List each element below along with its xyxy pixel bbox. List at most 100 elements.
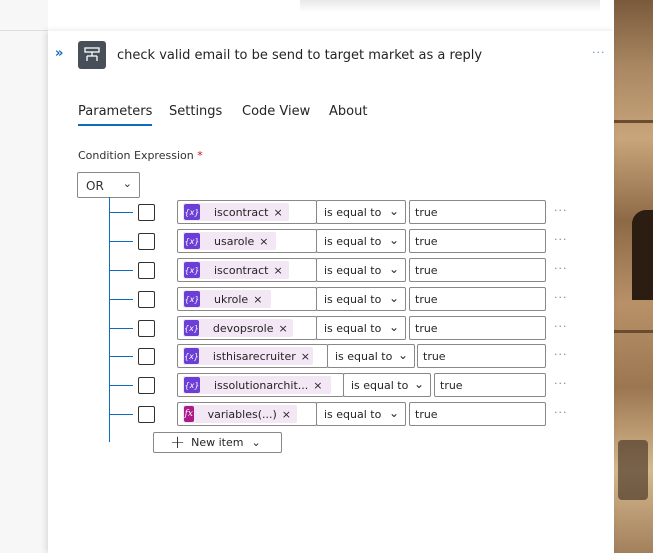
group-operator-dropdown[interactable]: OR ⌄ [77, 172, 140, 198]
variable-icon: {x} [184, 262, 200, 278]
dynamic-content-token[interactable]: {x} devopsrole × [183, 319, 293, 337]
row-checkbox[interactable] [138, 204, 155, 221]
tree-branch [109, 270, 133, 271]
variable-icon: {x} [184, 233, 200, 249]
left-operand-field[interactable]: {x} usarole × [177, 229, 317, 253]
row-checkbox[interactable] [138, 320, 155, 337]
row-more-options-icon[interactable]: ··· [554, 291, 568, 304]
condition-label-text: Condition Expression [78, 149, 194, 162]
right-operand-field[interactable]: true [409, 229, 546, 253]
dynamic-content-token[interactable]: fx variables(...) × [183, 405, 297, 423]
row-more-options-icon[interactable]: ··· [554, 262, 568, 275]
chevron-down-icon: ⌄ [122, 177, 132, 190]
variable-icon: {x} [184, 377, 200, 393]
dynamic-content-token[interactable]: {x} usarole × [183, 232, 276, 250]
comparison-operator-value: is equal to [324, 206, 382, 219]
chevron-down-icon: ⌄ [388, 204, 399, 218]
divider [0, 30, 48, 31]
row-more-options-icon[interactable]: ··· [554, 348, 568, 361]
row-more-options-icon[interactable]: ··· [554, 406, 568, 419]
action-title[interactable]: check valid email to be send to target m… [117, 48, 482, 63]
tab-settings[interactable]: Settings [169, 104, 222, 119]
remove-token-icon[interactable]: × [313, 379, 322, 392]
condition-expression-label: Condition Expression * [78, 149, 203, 162]
remove-token-icon[interactable]: × [273, 264, 282, 277]
chevron-down-icon: ⌄ [388, 262, 399, 276]
right-operand-field[interactable]: true [434, 373, 546, 397]
left-operand-field[interactable]: fx variables(...) × [177, 402, 317, 426]
comparison-operator-dropdown[interactable]: is equal to ⌄ [316, 229, 406, 253]
variable-icon: {x} [184, 291, 200, 307]
comparison-operator-dropdown[interactable]: is equal to ⌄ [316, 402, 406, 426]
token-name: devopsrole [212, 321, 274, 335]
expression-icon: fx [184, 406, 194, 422]
dynamic-content-token[interactable]: {x} ukrole × [183, 290, 271, 308]
remove-token-icon[interactable]: × [282, 408, 291, 421]
plus-icon: + [170, 431, 186, 453]
chevron-down-icon: ⌄ [388, 406, 399, 420]
comparison-operator-dropdown[interactable]: is equal to ⌄ [316, 200, 406, 224]
tab-about[interactable]: About [329, 104, 367, 119]
remove-token-icon[interactable]: × [301, 350, 310, 363]
required-mark: * [197, 149, 203, 162]
left-operand-field[interactable]: {x} devopsrole × [177, 316, 317, 340]
left-operand-field[interactable]: {x} isthisarecruiter × [177, 344, 328, 368]
dynamic-content-token[interactable]: {x} isthisarecruiter × [183, 347, 313, 365]
chevron-down-icon: ⌄ [413, 377, 424, 391]
comparison-operator-dropdown[interactable]: is equal to ⌄ [327, 344, 415, 368]
tab-parameters[interactable]: Parameters [78, 104, 153, 126]
new-item-button[interactable]: + New item ⌄ [153, 432, 282, 453]
comparison-operator-dropdown[interactable]: is equal to ⌄ [316, 316, 406, 340]
right-operand-field[interactable]: true [409, 200, 546, 224]
token-name: isthisarecruiter [212, 349, 296, 363]
tree-branch [109, 299, 133, 300]
chevron-down-icon: ⌄ [251, 436, 261, 449]
chevron-down-icon: ⌄ [397, 348, 408, 362]
group-operator-value: OR [86, 179, 104, 193]
row-checkbox[interactable] [138, 406, 155, 423]
variable-icon: {x} [184, 204, 200, 220]
chevron-down-icon: ⌄ [388, 291, 399, 305]
dynamic-content-token[interactable]: {x} iscontract × [183, 261, 289, 279]
token-name: ukrole [214, 292, 249, 306]
left-operand-field[interactable]: {x} iscontract × [177, 200, 317, 224]
variable-icon: {x} [184, 348, 199, 364]
comparison-operator-dropdown[interactable]: is equal to ⌄ [316, 287, 406, 311]
right-operand-field[interactable]: true [409, 402, 546, 426]
new-item-label: New item [191, 436, 244, 449]
comparison-operator-dropdown[interactable]: is equal to ⌄ [343, 373, 431, 397]
remove-token-icon[interactable]: × [253, 293, 262, 306]
condition-icon [78, 41, 106, 69]
token-name: issolutionarchit... [214, 378, 309, 392]
remove-token-icon[interactable]: × [278, 322, 287, 335]
comparison-operator-value: is equal to [324, 264, 382, 277]
row-more-options-icon[interactable]: ··· [554, 233, 568, 246]
row-checkbox[interactable] [138, 377, 155, 394]
more-options-icon[interactable]: ··· [592, 46, 606, 59]
top-shadow [300, 0, 600, 12]
variable-icon: {x} [184, 320, 199, 336]
comparison-operator-dropdown[interactable]: is equal to ⌄ [316, 258, 406, 282]
remove-token-icon[interactable]: × [273, 206, 282, 219]
comparison-operator-value: is equal to [351, 379, 409, 392]
double-chevron-right-icon[interactable]: » [55, 47, 69, 61]
left-operand-field[interactable]: {x} iscontract × [177, 258, 317, 282]
row-checkbox[interactable] [138, 262, 155, 279]
background-photo [614, 0, 653, 553]
tab-code-view[interactable]: Code View [242, 104, 310, 119]
row-checkbox[interactable] [138, 348, 155, 365]
row-more-options-icon[interactable]: ··· [554, 320, 568, 333]
dynamic-content-token[interactable]: {x} iscontract × [183, 203, 289, 221]
left-operand-field[interactable]: {x} ukrole × [177, 287, 317, 311]
row-checkbox[interactable] [138, 291, 155, 308]
dynamic-content-token[interactable]: {x} issolutionarchit... × [183, 376, 331, 394]
right-operand-field[interactable]: true [409, 258, 546, 282]
right-operand-field[interactable]: true [409, 287, 546, 311]
row-checkbox[interactable] [138, 233, 155, 250]
left-operand-field[interactable]: {x} issolutionarchit... × [177, 373, 344, 397]
remove-token-icon[interactable]: × [259, 235, 268, 248]
row-more-options-icon[interactable]: ··· [554, 204, 568, 217]
right-operand-field[interactable]: true [409, 316, 546, 340]
row-more-options-icon[interactable]: ··· [554, 377, 568, 390]
right-operand-field[interactable]: true [417, 344, 546, 368]
